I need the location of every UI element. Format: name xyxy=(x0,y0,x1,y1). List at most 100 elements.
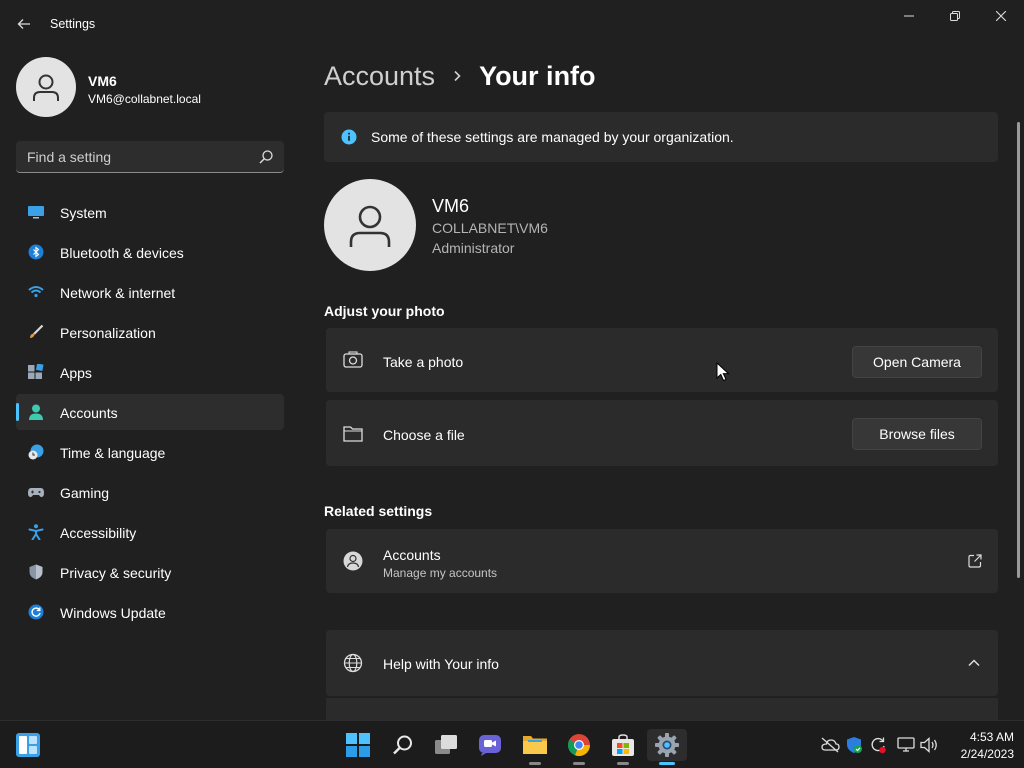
sidebar-nav: System Bluetooth & devices Network & int… xyxy=(16,194,284,634)
section-heading-related-settings: Related settings xyxy=(324,503,433,519)
breadcrumb-parent[interactable]: Accounts xyxy=(324,61,435,92)
user-avatar xyxy=(324,179,416,271)
app-title: Settings xyxy=(50,17,96,31)
task-view-icon xyxy=(435,735,457,754)
breadcrumb: Accounts Your info xyxy=(324,58,596,94)
taskbar: 4:53 AM 2/24/2023 xyxy=(0,720,1024,768)
settings-taskbar-button[interactable] xyxy=(647,729,687,765)
sync-icon[interactable] xyxy=(868,735,888,755)
taskbar-search-button[interactable] xyxy=(383,729,423,761)
restore-button[interactable] xyxy=(932,0,978,32)
minimize-icon xyxy=(904,15,914,17)
sidebar-item-windows-update[interactable]: Windows Update xyxy=(16,594,284,630)
security-icon[interactable] xyxy=(844,735,864,755)
info-bar: Some of these settings are managed by yo… xyxy=(324,112,998,162)
page-title: Your info xyxy=(479,60,596,91)
sidebar-item-label: Accounts xyxy=(60,405,118,421)
sidebar-item-label: Apps xyxy=(60,365,92,381)
close-button[interactable] xyxy=(978,0,1024,32)
folder-icon xyxy=(523,736,547,754)
sidebar-item-label: Bluetooth & devices xyxy=(60,245,184,261)
user-name: VM6 xyxy=(432,196,470,216)
sidebar-item-label: Network & internet xyxy=(60,285,176,301)
start-button[interactable] xyxy=(338,729,378,761)
sidebar-item-personalization[interactable]: Personalization xyxy=(16,314,284,350)
mouse-cursor-icon xyxy=(716,362,730,382)
widgets-icon[interactable] xyxy=(16,733,40,757)
clock-date[interactable]: 2/24/2023 xyxy=(944,747,1014,761)
running-indicator xyxy=(573,762,585,765)
monitor-icon xyxy=(28,206,44,219)
sidebar-item-system[interactable]: System xyxy=(16,194,284,230)
info-icon xyxy=(341,129,357,145)
open-camera-button[interactable]: Open Camera xyxy=(852,346,982,378)
take-photo-card: Take a photo Open Camera xyxy=(326,328,998,392)
minimize-button[interactable] xyxy=(886,0,932,32)
related-accounts-card[interactable]: Accounts Manage my accounts xyxy=(326,529,998,593)
sidebar-item-label: Accessibility xyxy=(60,525,137,541)
user-role: Administrator xyxy=(432,240,515,256)
sidebar-item-label: System xyxy=(60,205,107,221)
camera-icon xyxy=(343,351,363,368)
search-icon xyxy=(393,735,412,755)
choose-file-label: Choose a file xyxy=(383,427,465,443)
related-accounts-sub: Manage my accounts xyxy=(383,566,498,580)
globe-icon xyxy=(343,653,363,673)
sidebar-item-network[interactable]: Network & internet xyxy=(16,274,284,310)
file-explorer-button[interactable] xyxy=(515,729,555,765)
clock-time[interactable]: 4:53 AM xyxy=(958,730,1014,744)
store-button[interactable] xyxy=(603,729,643,765)
sidebar-item-label: Personalization xyxy=(60,325,156,341)
browse-files-button[interactable]: Browse files xyxy=(852,418,982,450)
section-heading-adjust-photo: Adjust your photo xyxy=(324,303,445,319)
person-icon xyxy=(33,74,59,101)
network-icon[interactable] xyxy=(896,735,916,755)
user-domain: COLLABNET\VM6 xyxy=(432,220,548,236)
sidebar-item-label: Gaming xyxy=(60,485,110,501)
bluetooth-icon xyxy=(28,244,44,260)
sidebar-item-accessibility[interactable]: Accessibility xyxy=(16,514,284,550)
restore-icon xyxy=(950,11,960,21)
search-box[interactable] xyxy=(16,141,284,173)
onedrive-icon[interactable] xyxy=(820,735,840,755)
sidebar-item-time-language[interactable]: Time & language xyxy=(16,434,284,470)
store-icon xyxy=(612,734,634,756)
profile-email: VM6@collabnet.local xyxy=(88,92,201,106)
sidebar-item-apps[interactable]: Apps xyxy=(16,354,284,390)
profile-card[interactable]: VM6 VM6@collabnet.local xyxy=(16,57,286,117)
volume-icon[interactable] xyxy=(920,735,940,755)
chrome-icon xyxy=(567,734,591,757)
back-button[interactable] xyxy=(10,10,38,38)
sidebar-item-label: Privacy & security xyxy=(60,565,172,581)
chat-button[interactable] xyxy=(470,729,510,761)
external-link-icon xyxy=(968,554,982,568)
scrollbar[interactable] xyxy=(1017,122,1020,578)
wifi-icon xyxy=(28,286,44,298)
person-icon xyxy=(349,205,391,247)
sidebar-item-gaming[interactable]: Gaming xyxy=(16,474,284,510)
sidebar-item-privacy[interactable]: Privacy & security xyxy=(16,554,284,590)
arrow-left-icon xyxy=(17,19,30,29)
chevron-up-icon[interactable] xyxy=(968,658,980,668)
sidebar-item-label: Windows Update xyxy=(60,605,166,621)
task-view-button[interactable] xyxy=(426,729,466,761)
gamepad-icon xyxy=(28,488,44,497)
sidebar-item-bluetooth[interactable]: Bluetooth & devices xyxy=(16,234,284,270)
help-card[interactable]: Help with Your info xyxy=(326,630,998,696)
take-photo-label: Take a photo xyxy=(383,354,464,370)
sidebar-item-accounts[interactable]: Accounts xyxy=(16,394,284,430)
search-input[interactable] xyxy=(16,141,252,172)
update-icon xyxy=(28,604,44,620)
title-bar: Settings xyxy=(0,0,1024,48)
running-indicator xyxy=(659,762,675,765)
choose-file-card: Choose a file Browse files xyxy=(326,400,998,466)
chrome-button[interactable] xyxy=(559,729,599,765)
close-icon xyxy=(996,11,1006,21)
search-icon xyxy=(259,150,273,164)
avatar xyxy=(16,57,76,117)
help-card-expanded xyxy=(326,698,998,720)
running-indicator xyxy=(529,762,541,765)
sidebar-item-label: Time & language xyxy=(60,445,166,461)
accessibility-icon xyxy=(28,524,44,540)
help-label: Help with Your info xyxy=(383,656,499,672)
